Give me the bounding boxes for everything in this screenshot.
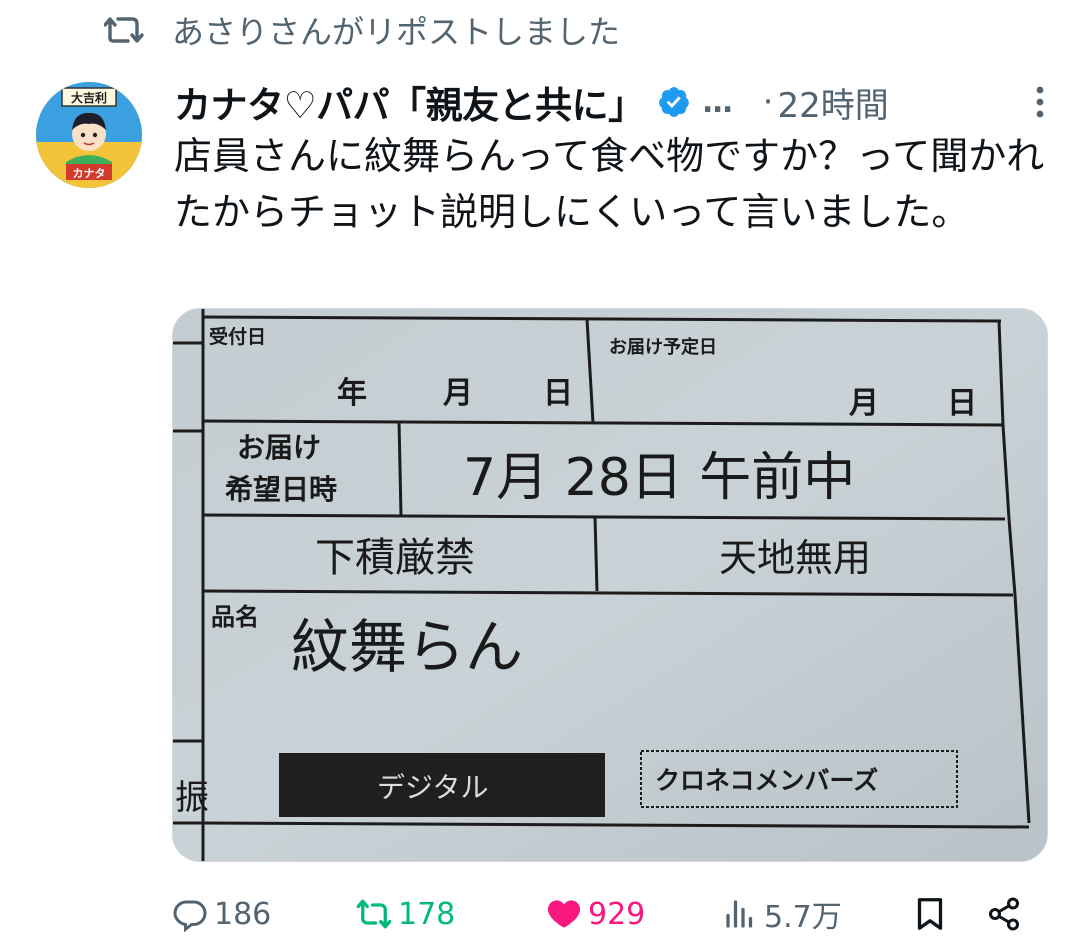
like-button[interactable]: 929 — [546, 884, 645, 944]
request-value: 7月 28日 午前中 — [463, 448, 855, 508]
request-label-line1: お届け — [237, 431, 321, 464]
tweet-text: 店員さんに紋舞らんって食べ物ですか？って聞かれたからチョット説明しにくいって言い… — [174, 134, 1045, 234]
share-icon — [989, 897, 1019, 931]
no-stacking-label: 下積厳禁 — [315, 535, 475, 581]
request-label-line2: 希望日時 — [225, 473, 337, 506]
repost-icon — [356, 899, 392, 929]
repost-label: あさりさんがリポストしました — [172, 13, 621, 51]
name-overflow: … — [702, 84, 733, 120]
reply-button[interactable]: 186 — [172, 884, 271, 944]
author-name[interactable]: カナタ♡パパ「親友と共に」 — [174, 75, 645, 129]
repost-icon — [104, 17, 144, 43]
receipt-date-label: 受付日 — [209, 325, 266, 348]
day-label: 日 — [543, 376, 573, 411]
views-button[interactable]: 5.7万 — [722, 884, 842, 944]
month-label: 月 — [443, 376, 473, 411]
separator-dot: · — [762, 82, 774, 122]
member-label: クロネコメンバーズ — [655, 766, 878, 795]
bookmark-button[interactable] — [912, 884, 948, 944]
delivery-day-label: 日 — [947, 386, 977, 421]
svg-text:カナタ: カナタ — [73, 167, 106, 180]
delivery-date-label: お届け予定日 — [609, 336, 717, 358]
reply-count: 186 — [214, 896, 272, 932]
this-side-up-label: 天地無用 — [719, 536, 871, 580]
share-button[interactable] — [986, 884, 1022, 944]
repost-button[interactable]: 178 — [356, 884, 455, 944]
svg-text:大吉利: 大吉利 — [71, 90, 107, 105]
more-options-icon[interactable] — [1026, 82, 1054, 122]
views-count: 5.7万 — [764, 900, 842, 935]
item-name: 紋舞らん — [291, 613, 523, 681]
delivery-month-label: 月 — [849, 386, 879, 421]
views-chart-icon — [726, 900, 753, 928]
tweet-header: カナタ♡パパ「親友と共に」 … · 22時間 — [174, 76, 1054, 128]
bookmark-icon — [917, 898, 943, 930]
avatar[interactable]: 大吉利 カナタ — [36, 82, 142, 188]
year-label: 年 — [337, 376, 367, 411]
side-char: 振 — [175, 778, 209, 818]
action-bar: 186 178 929 5.7万 — [0, 884, 1080, 944]
repost-count: 178 — [398, 896, 456, 932]
tweet-photo[interactable]: 受付日 年 月 日 お届け予定日 月 日 お届け 希望日時 7月 28日 午前中… — [172, 308, 1048, 862]
post-time[interactable]: 22時間 — [777, 78, 888, 127]
item-label: 品名 — [211, 603, 259, 631]
repost-indicator[interactable]: あさりさんがリポストしました — [104, 8, 620, 52]
digital-label: デジタル — [377, 771, 488, 804]
verified-badge-icon — [658, 87, 689, 117]
like-count: 929 — [588, 896, 646, 932]
reply-icon — [173, 900, 207, 932]
heart-icon — [547, 900, 581, 928]
